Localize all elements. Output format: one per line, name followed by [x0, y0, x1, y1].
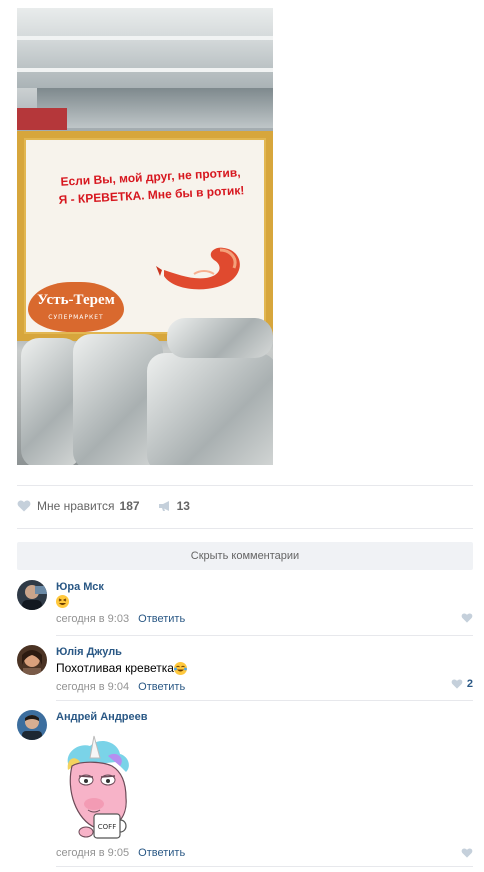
reply-link[interactable]: Ответить — [138, 681, 185, 693]
share-button[interactable]: 13 — [158, 499, 190, 513]
comment-meta: сегодня в 9:05 Ответить — [56, 846, 185, 860]
reply-link[interactable]: Ответить — [138, 613, 185, 625]
divider — [56, 635, 473, 636]
comment-body: Юлія Джуль Похотливая креветка сегодня в… — [56, 645, 473, 694]
heart-icon — [451, 679, 463, 689]
comment-time[interactable]: сегодня в 9:04 — [56, 681, 129, 693]
store-logo: Усть-Терем СУПЕРМАРКЕТ — [28, 282, 124, 332]
price-sign: Если Вы, мой друг, не против, Я - КРЕВЕТ… — [17, 131, 273, 341]
comment-text-content: Похотливая креветка — [56, 661, 174, 675]
shrimp-illustration — [156, 247, 240, 290]
post-actions: Мне нравится 187 13 — [17, 497, 190, 515]
comment-meta: сегодня в 9:03 Ответить — [56, 612, 473, 626]
hide-comments-button[interactable]: Скрыть комментарии — [17, 542, 473, 570]
comment-3: Андрей Андреев COFF сегодня в 9:05 Ответ… — [17, 710, 473, 860]
reply-link[interactable]: Ответить — [138, 847, 185, 859]
red-package — [17, 108, 67, 130]
heart-icon — [17, 500, 31, 512]
comment-author[interactable]: Юлія Джуль — [56, 645, 473, 659]
comment-1: Юра Мск сегодня в 9:03 Ответить — [17, 580, 473, 630]
comment-like-button[interactable] — [461, 848, 473, 858]
store-ceiling — [17, 8, 273, 88]
sticker-label: COFF — [98, 823, 116, 831]
comment-like-count: 2 — [466, 678, 473, 690]
avatar[interactable] — [17, 580, 47, 610]
comment-text: Похотливая креветка — [56, 660, 473, 677]
avatar-image — [17, 645, 47, 675]
comment-author[interactable]: Юра Мск — [56, 580, 473, 594]
comment-meta: сегодня в 9:04 Ответить — [56, 680, 473, 694]
avatar[interactable] — [17, 645, 47, 675]
comment-like-button[interactable]: 2 — [451, 678, 473, 690]
logo-text: Усть-Терем — [37, 292, 115, 308]
avatar-image — [17, 580, 47, 610]
divider — [17, 528, 473, 529]
shelf-line — [17, 36, 273, 40]
frozen-bag — [167, 318, 273, 358]
comment-author[interactable]: Андрей Андреев — [56, 710, 473, 724]
comment-2: Юлія Джуль Похотливая креветка сегодня в… — [17, 645, 473, 695]
avatar-image — [17, 710, 47, 740]
divider — [56, 866, 473, 867]
comment-text — [56, 595, 473, 608]
like-button[interactable]: Мне нравится 187 — [17, 499, 140, 513]
sign-board: Если Вы, мой друг, не против, Я - КРЕВЕТ… — [24, 138, 266, 334]
comment-body: Юра Мск сегодня в 9:03 Ответить — [56, 580, 473, 626]
grinning-squint-emoji — [56, 595, 69, 608]
comment-time[interactable]: сегодня в 9:03 — [56, 613, 129, 625]
megaphone-icon — [158, 501, 169, 511]
avatar[interactable] — [17, 710, 47, 740]
share-count: 13 — [176, 499, 190, 513]
shelf-line — [17, 68, 273, 72]
divider — [17, 485, 473, 486]
heart-icon — [461, 848, 473, 858]
comment-time[interactable]: сегодня в 9:05 — [56, 847, 129, 859]
like-count: 187 — [119, 499, 140, 513]
comment-body: Андрей Андреев — [56, 710, 473, 724]
like-label: Мне нравится — [37, 499, 115, 513]
sign-text: Если Вы, мой друг, не против, Я - КРЕВЕТ… — [29, 162, 273, 211]
post-photo[interactable]: Если Вы, мой друг, не против, Я - КРЕВЕТ… — [17, 8, 273, 465]
divider — [56, 700, 473, 701]
heart-icon — [461, 613, 473, 623]
frozen-bag — [21, 338, 81, 465]
tears-of-joy-emoji — [173, 662, 187, 675]
unicorn-coffee-sticker: COFF — [67, 735, 129, 839]
comment-like-button[interactable] — [461, 613, 473, 623]
frozen-bag — [147, 353, 273, 465]
logo-subtitle: СУПЕРМАРКЕТ — [48, 314, 104, 321]
freezer — [37, 88, 273, 128]
